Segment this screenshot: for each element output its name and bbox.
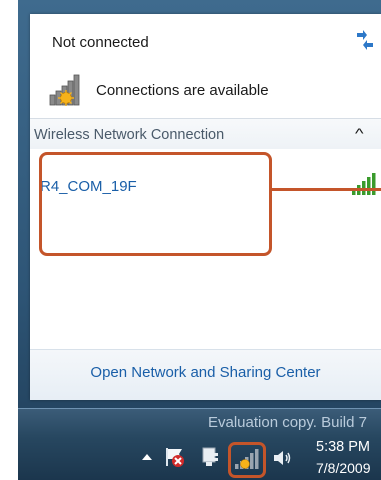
refresh-icon[interactable]: [353, 28, 377, 52]
clock-time[interactable]: 5:38 PM: [316, 439, 370, 455]
connection-status: Not connected: [52, 34, 149, 51]
power-plug-icon[interactable]: [200, 446, 220, 468]
section-header-wireless[interactable]: Wireless Network Connection ^: [30, 119, 381, 149]
flyout-footer: Open Network and Sharing Center: [30, 349, 381, 400]
availability-row: Connections are available: [48, 72, 269, 108]
signal-star-icon: [49, 74, 80, 106]
chevron-up-icon[interactable]: ^: [355, 125, 364, 141]
highlight-connector-line: [272, 188, 381, 191]
clock-date[interactable]: 7/8/2009: [316, 460, 371, 476]
section-title: Wireless Network Connection: [34, 127, 225, 143]
signal-strength-icon: [352, 173, 376, 195]
availability-text: Connections are available: [96, 81, 269, 99]
show-hidden-icons-arrow-icon[interactable]: [141, 452, 153, 462]
evaluation-watermark: Evaluation copy. Build 7: [208, 414, 367, 431]
tray-highlight-box: [228, 442, 266, 478]
action-center-flag-icon[interactable]: [164, 446, 186, 468]
volume-speaker-icon[interactable]: [271, 447, 293, 469]
open-network-sharing-center-link[interactable]: Open Network and Sharing Center: [30, 364, 381, 381]
network-highlight-box: [39, 152, 272, 256]
